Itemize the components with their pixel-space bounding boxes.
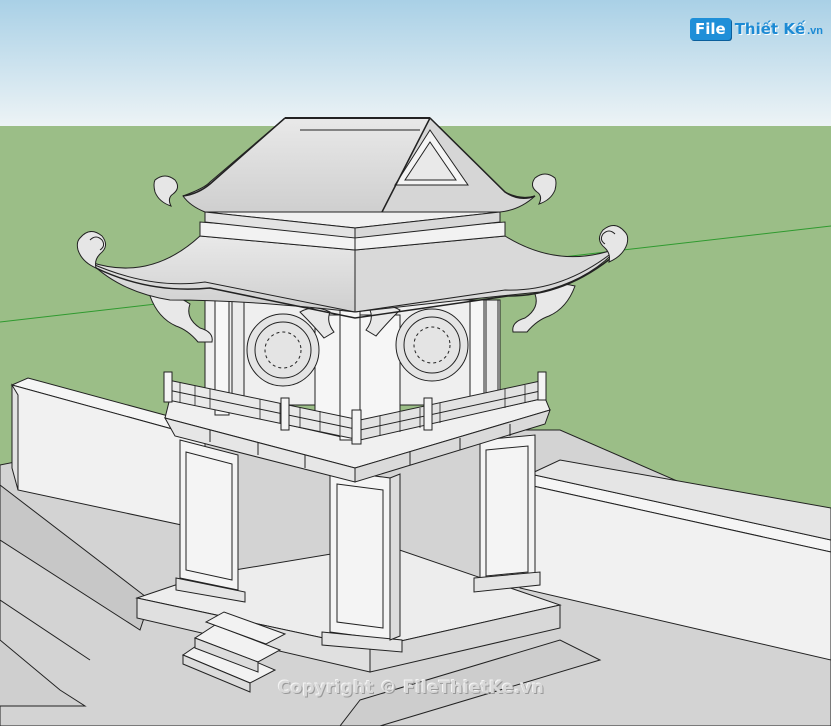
logo-name: Thiết Kế [734, 20, 806, 38]
copyright-watermark: Copyright © FileThietKe.vn [278, 678, 545, 698]
filethietke-logo: File Thiết Kế .vn [690, 16, 823, 42]
logo-badge: File [690, 18, 731, 40]
sketchup-viewport [0, 0, 831, 726]
logo-domain: .vn [807, 25, 824, 37]
